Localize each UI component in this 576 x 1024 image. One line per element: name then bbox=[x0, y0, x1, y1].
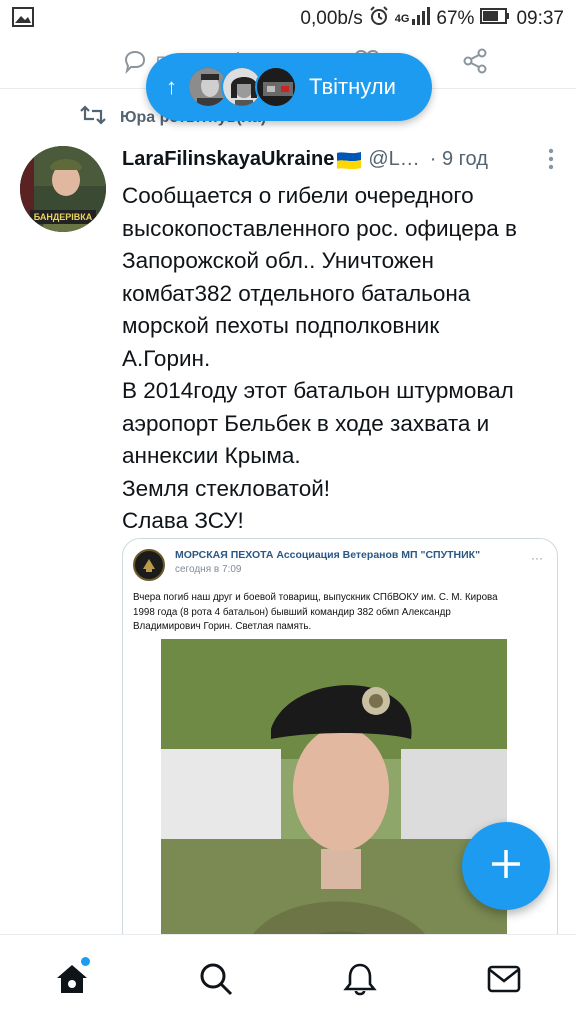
tweet-text-line: морской пехоты подполковник bbox=[122, 313, 440, 338]
more-options-icon[interactable] bbox=[548, 148, 554, 170]
battery-icon bbox=[480, 8, 510, 30]
new-tweets-pill[interactable]: ↑ Твітнули bbox=[146, 53, 432, 121]
new-tweets-label: Твітнули bbox=[309, 74, 396, 99]
status-bar: 0,00b/s 4G 67% 09:37 bbox=[0, 0, 576, 38]
reply-icon bbox=[122, 48, 148, 79]
embedded-post-date: сегодня в 7:09 bbox=[175, 564, 242, 575]
signal-icon bbox=[412, 7, 431, 31]
nav-search[interactable] bbox=[192, 957, 240, 1005]
tweet-text-line: А.Горин. bbox=[122, 345, 211, 371]
nav-messages[interactable] bbox=[480, 957, 528, 1005]
network-type: 4G bbox=[394, 13, 410, 25]
clock: 09:37 bbox=[516, 8, 564, 29]
plus-icon bbox=[489, 847, 523, 886]
notifications-icon bbox=[343, 962, 377, 1001]
nav-notifications[interactable] bbox=[336, 957, 384, 1005]
embedded-text-line: Вчера погиб наш друг и боевой товарищ, в… bbox=[133, 592, 498, 603]
tweet-text-line: аннексии Крыма. bbox=[122, 443, 301, 468]
alarm-icon bbox=[369, 6, 389, 32]
embedded-text-line: 1998 года (8 рота 4 батальон) бывший ком… bbox=[133, 606, 451, 618]
bottom-navigation bbox=[0, 934, 576, 1024]
tweet-text-line: комбат382 отдельного батальона bbox=[122, 280, 471, 306]
embedded-photo bbox=[161, 639, 507, 957]
compose-tweet-button[interactable] bbox=[462, 822, 550, 910]
community-logo bbox=[133, 549, 165, 581]
embedded-post-title: МОРСКАЯ ПЕХОТА Ассоциация Ветеранов МП "… bbox=[175, 549, 481, 561]
tweet-text-line: Сообщается о гибели очередного bbox=[122, 183, 474, 208]
share-button[interactable] bbox=[462, 48, 488, 79]
search-icon bbox=[199, 962, 233, 1001]
author-handle[interactable]: @L… bbox=[368, 148, 419, 171]
tweet-text: Сообщается о гибели очередного высокопос… bbox=[122, 180, 562, 538]
embedded-text-line: Владимирович Горин. Светлая память. bbox=[133, 621, 312, 632]
tweet-text-line: Запорожской обл.. Уничтожен bbox=[122, 248, 434, 273]
net-speed: 0,00b/s bbox=[300, 8, 363, 29]
home-icon bbox=[54, 962, 90, 1001]
avatar-caption: БАНДЕРІВКА bbox=[34, 212, 93, 222]
ukraine-flag-icon bbox=[336, 151, 362, 169]
tweet-text-line: В 2014году этот батальон штурмовал bbox=[122, 378, 514, 403]
tweet-text-line: Земля стекловатой! bbox=[122, 475, 331, 501]
image-notification-icon bbox=[12, 6, 34, 32]
avatar bbox=[255, 66, 297, 108]
unread-dot bbox=[81, 957, 90, 966]
tweet-text-line: Слава ЗСУ! bbox=[122, 508, 244, 533]
arrow-up-icon: ↑ bbox=[166, 74, 177, 99]
tweet-text-line: аэропорт Бельбек в ходе захвата и bbox=[122, 410, 490, 436]
embedded-post-text: Вчера погиб наш друг и боевой товарищ, в… bbox=[133, 591, 545, 635]
messages-icon bbox=[487, 965, 521, 998]
pill-avatars bbox=[187, 66, 297, 108]
retweet-icon bbox=[80, 104, 106, 131]
share-icon bbox=[462, 48, 488, 79]
battery-percent: 67% bbox=[436, 8, 475, 29]
tweet-text-line: высокопоставленного рос. офицера в bbox=[122, 215, 517, 241]
author-avatar[interactable]: БАНДЕРІВКА bbox=[20, 146, 106, 232]
embedded-post-header: МОРСКАЯ ПЕХОТА Ассоциация Ветеранов МП "… bbox=[133, 549, 547, 589]
tweet-header: LaraFilinskayaUkraine @L… · 9 год bbox=[122, 148, 562, 171]
embedded-more-icon: ··· bbox=[531, 551, 543, 565]
author-display-name[interactable]: LaraFilinskayaUkraine bbox=[122, 148, 334, 171]
nav-home[interactable] bbox=[48, 957, 96, 1005]
tweet-time[interactable]: · 9 год bbox=[430, 148, 488, 171]
